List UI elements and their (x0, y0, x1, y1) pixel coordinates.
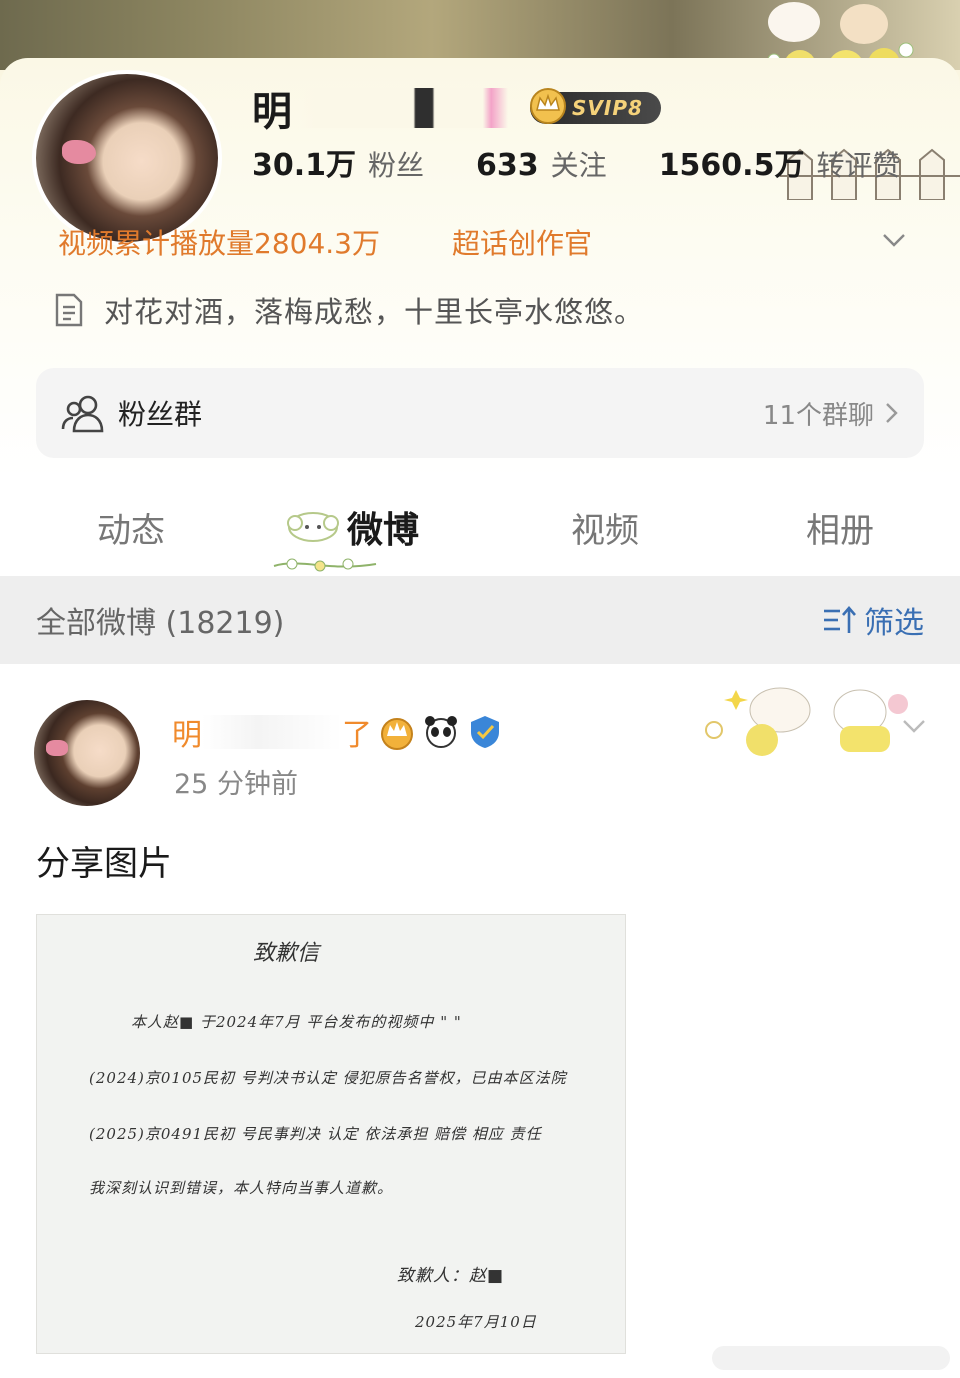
profile-name-row: 明 SVIP8 (252, 80, 661, 136)
fan-group-count: 11个群聊 (763, 395, 900, 432)
tab-activity[interactable]: 动态 (0, 478, 210, 576)
profile-stats: 30.1万 粉丝 633 关注 1560.5万 转评赞 (252, 140, 932, 184)
filter-button[interactable]: 筛选 (822, 598, 924, 642)
letter-title: 致歉信 (253, 941, 320, 966)
stat-label: 粉丝 (368, 149, 425, 182)
post-image-letter[interactable]: 致歉信 本人赵■ 于2024年7月 平台发布的视频中 " " (2024)京01… (36, 914, 626, 1354)
profile-header: 明 SVIP8 30.1万 粉丝 633 关注 1560.5万 转评赞 视频累计… (0, 0, 960, 478)
post-author-name-end[interactable]: 了 (342, 710, 372, 754)
letter-line: (2024)京0105民初 号判决书认定 侵犯原告名誉权，已由本区法院 (89, 1069, 567, 1087)
letter-line: 本人赵■ 于2024年7月 平台发布的视频中 " " (131, 1013, 462, 1031)
profile-bio: 对花对酒，落梅成愁，十里长亭水悠悠。 (54, 288, 644, 332)
chevron-down-icon[interactable] (880, 226, 908, 254)
avatar[interactable] (32, 70, 222, 246)
post-text: 分享图片 (36, 844, 172, 884)
name-redaction (298, 88, 508, 128)
bio-text: 对花对酒，落梅成愁，十里长亭水悠悠。 (104, 295, 645, 329)
vip-crown-icon (381, 718, 413, 750)
fan-group-count-text: 11个群聊 (762, 400, 874, 431)
post-author-avatar[interactable] (34, 700, 140, 806)
tab-label: 相册 (806, 510, 874, 551)
filter-icon (824, 606, 856, 633)
tab-label: 动态 (97, 510, 165, 551)
sheep-icon (286, 512, 339, 542)
profile-tabs: 动态 微博 视频 相册 (0, 478, 960, 576)
fan-group-label: 粉丝群 (118, 398, 203, 431)
verified-shield-icon (471, 716, 499, 748)
crown-icon (530, 88, 566, 124)
tab-album[interactable]: 相册 (720, 478, 960, 576)
letter-line: (2025)京0491民初 号民事判决 认定 依法承担 赔偿 相应 责任 (89, 1125, 542, 1143)
stat-interactions[interactable]: 1560.5万 转评赞 (659, 140, 901, 184)
svip-label: SVIP8 (572, 96, 643, 120)
post-card: 明 了 25 分钟前 分享图片 致歉信 本人赵■ 于2024年7月 平台发布的视… (0, 664, 960, 1378)
stat-followers[interactable]: 30.1万 粉丝 (252, 140, 424, 184)
tag-video-plays[interactable]: 视频累计播放量2804.3万 (58, 222, 380, 262)
stat-following[interactable]: 633 关注 (476, 144, 607, 184)
document-icon (55, 293, 83, 327)
tab-label: 微博 (346, 510, 419, 551)
flower-decoration-icon (273, 558, 377, 572)
post-author-row: 明 了 (172, 710, 504, 754)
profile-name: 明 (252, 89, 292, 135)
home-indicator (712, 1346, 950, 1370)
letter-date: 2025年7月10日 (415, 1313, 537, 1331)
profile-tags: 视频累计播放量2804.3万 超话创作官 (58, 222, 938, 262)
stat-label: 转评赞 (816, 149, 901, 182)
feed-header: 全部微博 (18219) 筛选 (0, 576, 960, 664)
tab-weibo[interactable]: 微博 (210, 478, 490, 576)
chevron-down-icon[interactable] (900, 712, 928, 740)
tab-video[interactable]: 视频 (490, 478, 720, 576)
people-icon (61, 395, 104, 433)
stat-number: 633 (476, 148, 539, 183)
tab-label: 视频 (571, 510, 639, 551)
author-name-redaction (202, 715, 342, 749)
letter-signature: 致歉人：赵■ (397, 1266, 505, 1286)
svip-badge[interactable]: SVIP8 (530, 88, 661, 124)
stat-label: 关注 (550, 149, 607, 182)
bunny-sticker-icon (705, 687, 908, 756)
stat-number: 1560.5万 (658, 148, 805, 183)
chevron-right-icon (886, 403, 898, 423)
fan-group-row[interactable]: 粉丝群 11个群聊 (36, 368, 924, 458)
feed-title[interactable]: 全部微博 (18219) (36, 598, 284, 642)
tag-supertopic-creator[interactable]: 超话创作官 (452, 222, 592, 262)
post-timestamp: 25 分钟前 (174, 769, 298, 800)
filter-label: 筛选 (864, 606, 924, 641)
stat-number: 30.1万 (252, 148, 357, 183)
post-author-name-start[interactable]: 明 (172, 710, 202, 754)
letter-line: 我深刻认识到错误，本人特向当事人道歉。 (89, 1179, 394, 1197)
panda-icon (425, 716, 457, 748)
